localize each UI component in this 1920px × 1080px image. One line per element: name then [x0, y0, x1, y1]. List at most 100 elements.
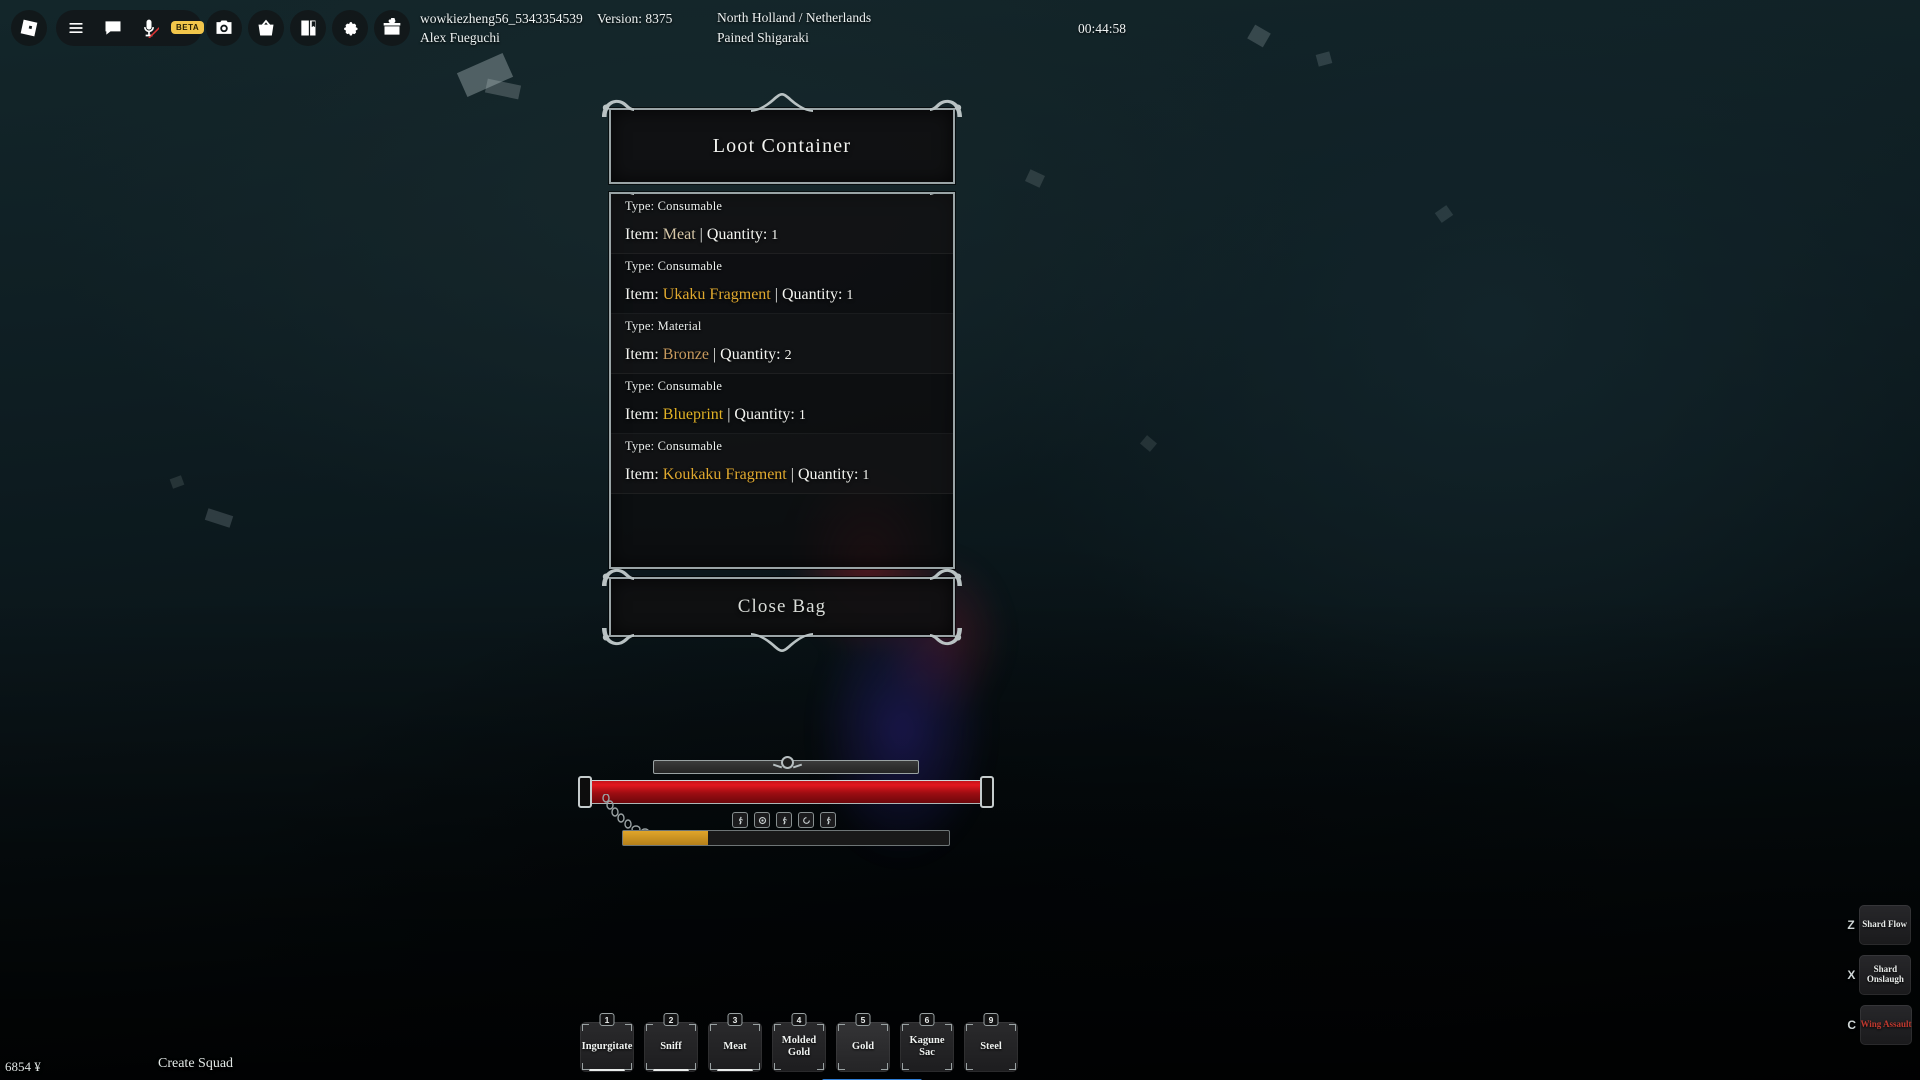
- loot-item-row[interactable]: Type: Consumable Item: Meat | Quantity: 1: [611, 194, 953, 254]
- menu-icon[interactable]: [58, 10, 94, 46]
- region-label: North Holland / Netherlands: [717, 10, 872, 25]
- item-name: Ukaku Fragment: [662, 286, 771, 303]
- item-quantity: 2: [784, 348, 792, 363]
- item-name-row: Item: Blueprint | Quantity: 1: [625, 406, 806, 423]
- item-name-row: Item: Koukaku Fragment | Quantity: 1: [625, 466, 870, 483]
- hotbar-slot-6[interactable]: 6 Kagune Sac: [900, 1013, 954, 1072]
- hotbar-slot-3[interactable]: 3 Meat: [708, 1013, 762, 1072]
- slot-corner-icon: [966, 1024, 973, 1031]
- item-name: Koukaku Fragment: [662, 466, 787, 483]
- close-bag-button[interactable]: Close Bag: [602, 568, 962, 652]
- microphone-muted-icon[interactable]: [131, 10, 167, 46]
- gift-icon[interactable]: [374, 10, 410, 46]
- hotbar-slot-4[interactable]: 4 Molded Gold: [772, 1013, 826, 1072]
- slot-underline: [653, 1069, 689, 1071]
- ability-c[interactable]: C Wing Assault: [1847, 1005, 1912, 1045]
- stamina-knob-icon: [781, 756, 794, 769]
- hotbar-key-badge: 4: [791, 1013, 807, 1026]
- ability-label: Wing Assault: [1860, 1019, 1912, 1030]
- item-name-row: Item: Ukaku Fragment | Quantity: 1: [625, 286, 854, 303]
- loot-item-row[interactable]: Type: Consumable Item: Koukaku Fragment |…: [611, 434, 953, 494]
- slot-corner-icon: [817, 1063, 824, 1070]
- hotbar-slot-label: Kagune Sac: [909, 1035, 945, 1058]
- hotbar-slot-label: Gold: [851, 1041, 875, 1053]
- run-status-icon: [732, 812, 748, 828]
- slot-corner-icon: [945, 1024, 952, 1031]
- username-label: wowkiezheng56_5343354539: [420, 11, 583, 26]
- experience-bar: [622, 830, 950, 846]
- run-status-icon: [820, 812, 836, 828]
- ability-z[interactable]: Z Shard Flow: [1847, 905, 1912, 945]
- run-status-icon: [776, 812, 792, 828]
- item-name-row: Item: Meat | Quantity: 1: [625, 226, 779, 243]
- shop-basket-icon[interactable]: [248, 10, 284, 46]
- loot-title-frame: Loot Container: [602, 93, 962, 184]
- item-name: Bronze: [662, 346, 709, 363]
- slot-corner-icon: [689, 1024, 696, 1031]
- hotbar-slot-1[interactable]: 1 Ingurgitate: [580, 1013, 634, 1072]
- hotbar-slot-2[interactable]: 2 Sniff: [644, 1013, 698, 1072]
- hotbar-key-badge: 5: [855, 1013, 871, 1026]
- item-quantity: 1: [846, 288, 854, 303]
- slot-corner-icon: [902, 1063, 909, 1070]
- loot-item-list: Type: Consumable Item: Meat | Quantity: 1…: [611, 194, 953, 494]
- status-effect-icons: [732, 812, 836, 828]
- ability-button[interactable]: Shard Onslaugh: [1859, 955, 1912, 995]
- item-type-label: Type: Consumable: [625, 379, 723, 393]
- loot-item-row[interactable]: Type: Material Item: Bronze | Quantity: 2: [611, 314, 953, 374]
- roblox-topbar: BETA wowkiezheng56_5343354539 Alex Fuegu…: [0, 0, 1920, 56]
- slot-corner-icon: [646, 1024, 653, 1031]
- camera-icon[interactable]: [206, 10, 242, 46]
- hotbar-key-badge: 3: [727, 1013, 743, 1026]
- item-quantity: 1: [798, 408, 806, 423]
- gear-icon[interactable]: [332, 10, 368, 46]
- loot-item-row[interactable]: Type: Consumable Item: Blueprint | Quanti…: [611, 374, 953, 434]
- slot-corner-icon: [753, 1063, 760, 1070]
- health-bar-fill: [586, 780, 982, 804]
- hotbar-slot-label: Sniff: [660, 1041, 682, 1053]
- slot-corner-icon: [838, 1024, 845, 1031]
- slot-corner-icon: [710, 1024, 717, 1031]
- item-name-row: Item: Bronze | Quantity: 2: [625, 346, 792, 363]
- slot-corner-icon: [582, 1063, 589, 1070]
- catalog-book-icon[interactable]: [290, 10, 326, 46]
- create-squad-button[interactable]: Create Squad: [158, 1056, 233, 1072]
- slot-corner-icon: [710, 1063, 717, 1070]
- hotbar-slot-label: Steel: [980, 1041, 1002, 1053]
- item-type-label: Type: Material: [625, 319, 702, 333]
- slot-corner-icon: [1009, 1063, 1016, 1070]
- spiral-status-icon: [798, 812, 814, 828]
- slot-corner-icon: [753, 1024, 760, 1031]
- hotbar-slot-9[interactable]: 9 Steel: [964, 1013, 1018, 1072]
- slot-corner-icon: [966, 1063, 973, 1070]
- slot-corner-icon: [582, 1024, 589, 1031]
- health-bar-cap-right: [980, 776, 994, 808]
- health-bar-cap-left: [578, 776, 592, 808]
- item-type-label: Type: Consumable: [625, 199, 723, 213]
- ability-x[interactable]: X Shard Onslaugh: [1847, 955, 1912, 995]
- currency-display: 6854 ¥: [5, 1059, 41, 1074]
- slot-underline: [717, 1069, 753, 1071]
- close-bag-label: Close Bag: [737, 596, 827, 617]
- hotbar: 1 Ingurgitate 2 Sniff 3 Meat 4 Molded Gold 5 Gold…: [580, 1013, 1018, 1072]
- hotbar-key-badge: 2: [663, 1013, 679, 1026]
- page-title: Loot Container: [712, 134, 852, 157]
- hotbar-slot-label: Ingurgitate: [581, 1041, 633, 1053]
- roblox-logo-icon[interactable]: [11, 10, 47, 46]
- slot-corner-icon: [625, 1024, 632, 1031]
- ability-key-badge: Z: [1847, 918, 1855, 932]
- loot-item-row[interactable]: Type: Consumable Item: Ukaku Fragment | Q…: [611, 254, 953, 314]
- hotbar-slot-5[interactable]: 5 Gold: [836, 1013, 890, 1072]
- slot-corner-icon: [881, 1063, 888, 1070]
- chat-icon[interactable]: [95, 10, 131, 46]
- loot-container-dialog: Loot Container Type: Consumable Item: Mea…: [602, 93, 962, 652]
- hotbar-key-badge: 9: [983, 1013, 999, 1026]
- ability-button[interactable]: Shard Flow: [1858, 905, 1911, 945]
- loot-item-list-frame[interactable]: Type: Consumable Item: Meat | Quantity: 1…: [609, 192, 955, 569]
- slot-corner-icon: [646, 1063, 653, 1070]
- slot-corner-icon: [902, 1024, 909, 1031]
- hotbar-key-badge: 6: [919, 1013, 935, 1026]
- ability-button[interactable]: Wing Assault: [1860, 1005, 1912, 1045]
- ability-key-badge: X: [1847, 968, 1856, 982]
- slot-underline: [589, 1069, 625, 1071]
